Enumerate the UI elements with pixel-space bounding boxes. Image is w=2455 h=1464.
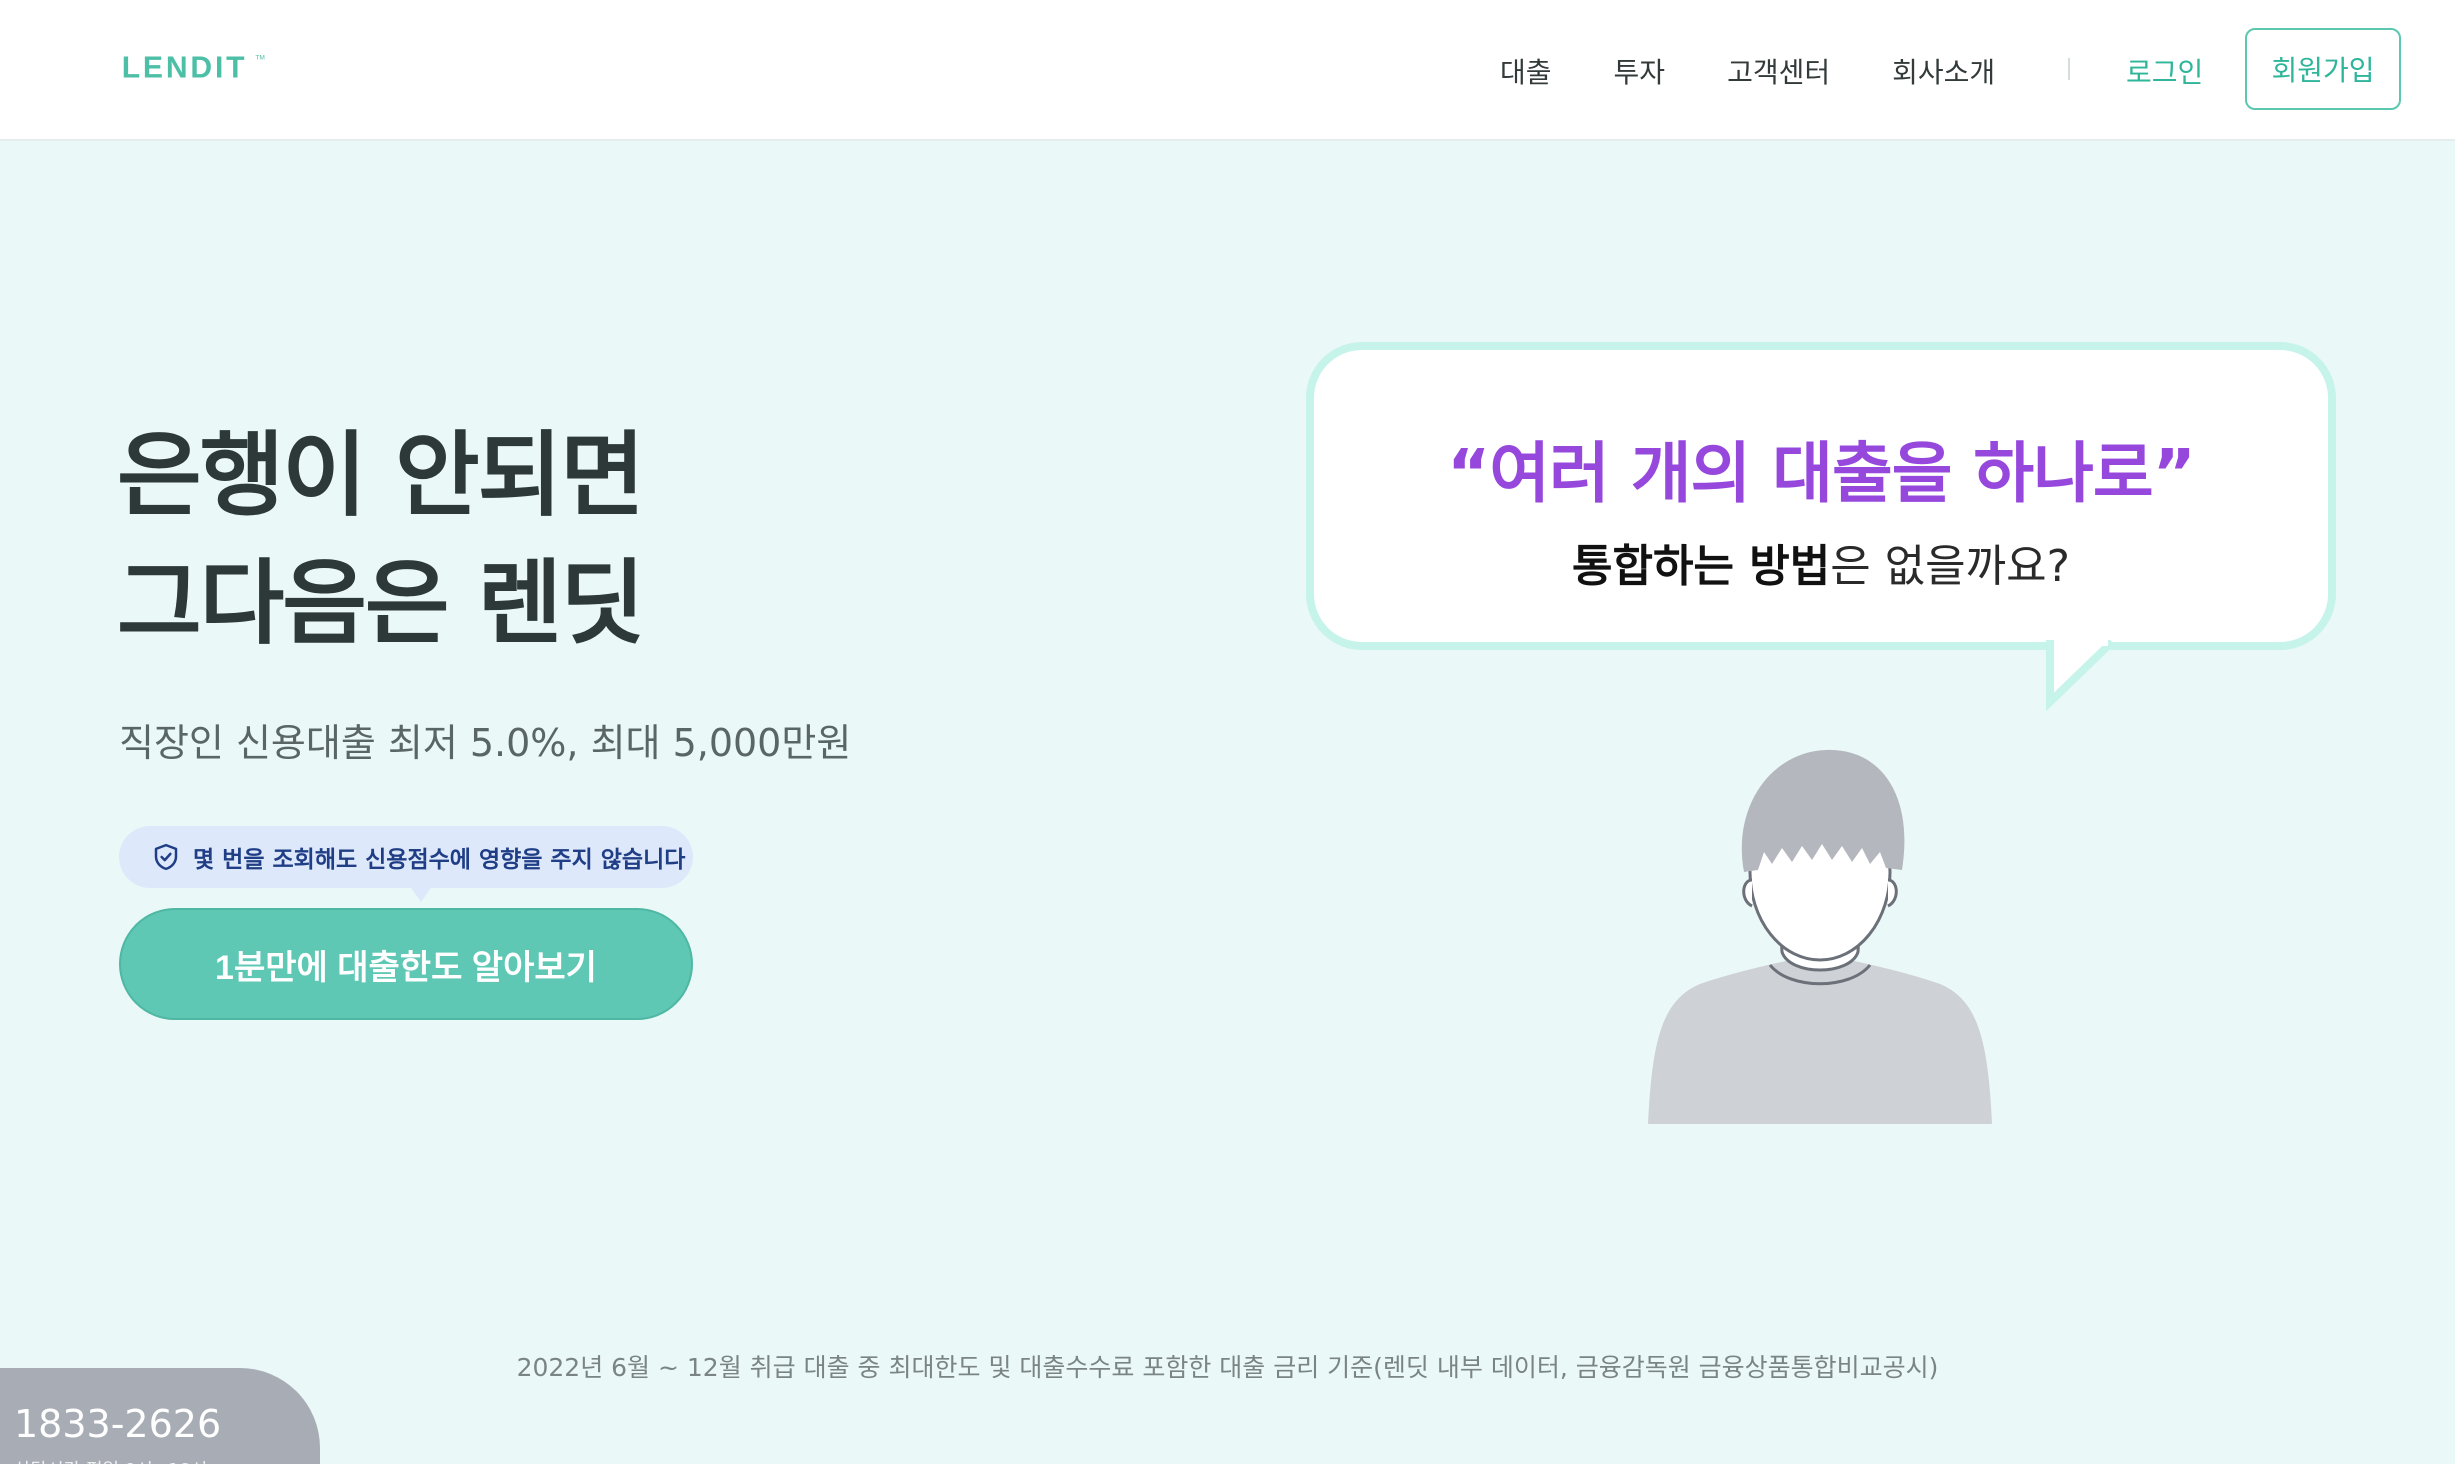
svg-text:LENDIT: LENDIT [122, 51, 248, 82]
lendit-logo[interactable]: LENDIT TM [117, 50, 277, 82]
shield-check-icon [151, 842, 181, 872]
speech-bubble: “여러 개의 대출을 하나로” 통합하는 방법은 없을까요? [1306, 342, 2336, 650]
credit-score-badge-text: 몇 번을 조회해도 신용점수에 영향을 주지 않습니다 [193, 847, 686, 873]
nav-divider [2068, 58, 2070, 80]
speech-headline: “여러 개의 대출을 하나로” [1447, 435, 2196, 512]
top-navigation: LENDIT TM 대출 투자 고객센터 회사소개 로그인 회원가입 [0, 0, 2455, 141]
login-link[interactable]: 로그인 [2126, 0, 2203, 141]
speech-question-bold: 통합하는 방법 [1572, 541, 1831, 592]
hero-title-line-1: 은행이 안되면 [117, 422, 645, 529]
contact-phone-number[interactable]: 1833-2626 [14, 1402, 221, 1446]
speech-question-rest: 은 없을까요? [1830, 541, 2070, 592]
hero-subtitle: 직장인 신용대출 최저 5.0%, 최대 5,000만원 [119, 721, 852, 765]
hero-title: 은행이 안되면 그다음은 렌딧 [117, 412, 645, 668]
speech-bubble-tail [2046, 640, 2114, 712]
contact-hours: 상담시간 평일 9시~18시 [14, 1456, 207, 1464]
nav-item-invest[interactable]: 투자 [1614, 51, 1666, 91]
main-menu: 대출 투자 고객센터 회사소개 [1500, 0, 1995, 141]
nav-item-support[interactable]: 고객센터 [1727, 51, 1830, 91]
rate-disclaimer: 2022년 6월 ~ 12월 취급 대출 중 최대한도 및 대출수수료 포함한 … [516, 1353, 1939, 1382]
person-illustration [1648, 749, 1992, 1124]
check-loan-limit-button[interactable]: 1분만에 대출한도 알아보기 [119, 908, 693, 1020]
nav-item-about[interactable]: 회사소개 [1892, 51, 1995, 91]
signup-button[interactable]: 회원가입 [2245, 28, 2401, 110]
svg-text:TM: TM [255, 54, 265, 61]
credit-score-badge: 몇 번을 조회해도 신용점수에 영향을 주지 않습니다 [119, 826, 693, 902]
speech-question: 통합하는 방법은 없을까요? [1314, 530, 2328, 594]
nav-item-loan[interactable]: 대출 [1500, 51, 1552, 91]
contact-phone-widget[interactable]: 1833-2626 상담시간 평일 9시~18시 [0, 1368, 320, 1464]
hero-title-line-2: 그다음은 렌딧 [117, 550, 645, 657]
